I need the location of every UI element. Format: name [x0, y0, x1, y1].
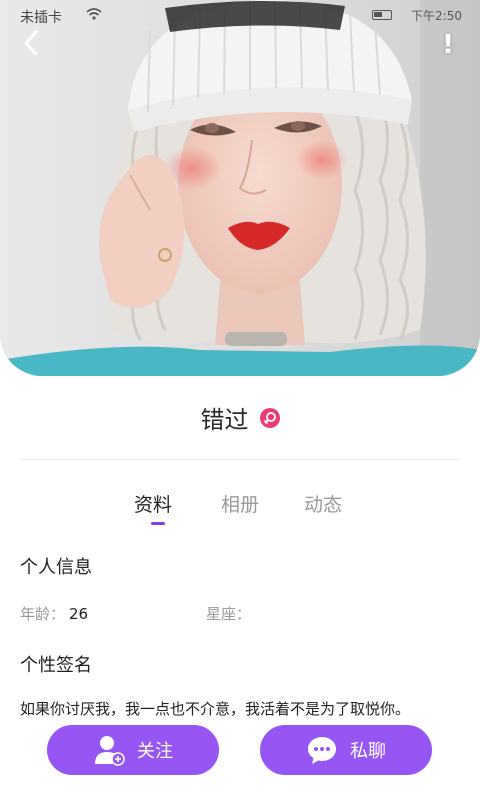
female-icon [259, 407, 280, 428]
profile-name-row: 错过 [0, 400, 480, 435]
chevron-left-icon [24, 30, 38, 56]
wifi-icon [86, 8, 102, 20]
profile-name: 错过 [200, 406, 249, 434]
age-field: 年龄： 26 [20, 603, 88, 624]
clock: 下午2:50 [411, 9, 462, 23]
profile-tabs: 资料 相册 动态 [0, 490, 480, 530]
active-tab-indicator [151, 522, 165, 525]
private-chat-button[interactable]: 私聊 [260, 725, 432, 775]
zodiac-label: 星座： [206, 605, 252, 623]
tab-moments[interactable]: 动态 [304, 490, 342, 517]
personal-info-title: 个人信息 [20, 557, 92, 578]
zodiac-field: 星座： [206, 603, 255, 624]
exclamation-icon: ! [442, 30, 454, 60]
follow-button-label: 关注 [137, 741, 173, 762]
report-button[interactable]: ! [438, 30, 458, 60]
private-chat-button-label: 私聊 [350, 741, 386, 762]
add-user-icon [93, 734, 125, 766]
signature-text: 如果你讨厌我，我一点也不介意，我活着不是为了取悦你。 [20, 700, 411, 718]
profile-photo-image [0, 0, 480, 376]
signature-title: 个性签名 [20, 655, 92, 676]
age-label: 年龄： [20, 605, 66, 623]
profile-photo: 未插卡 下午2:50 ! [0, 0, 480, 376]
tab-profile-info[interactable]: 资料 [134, 490, 172, 517]
tab-album[interactable]: 相册 [221, 490, 259, 517]
back-button[interactable] [14, 26, 48, 60]
status-bar: 未插卡 下午2:50 [0, 0, 480, 30]
carrier-label: 未插卡 [20, 10, 62, 26]
divider [20, 459, 460, 460]
chat-bubble-icon [306, 734, 338, 766]
battery-icon [372, 10, 392, 20]
age-value: 26 [69, 605, 89, 623]
follow-button[interactable]: 关注 [47, 725, 219, 775]
